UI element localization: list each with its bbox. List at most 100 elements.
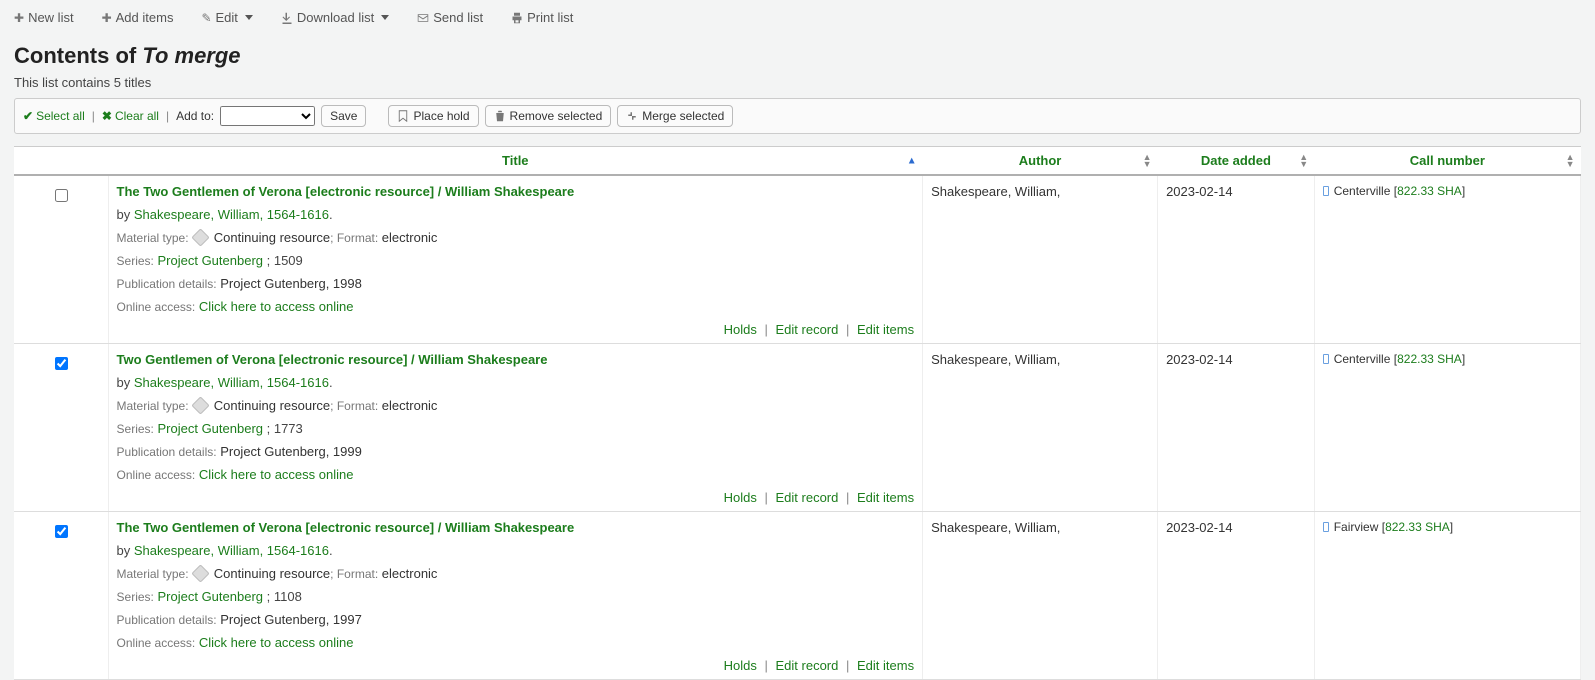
call-number-link[interactable]: 822.33 SHA	[1397, 184, 1462, 198]
material-type: Continuing resource	[214, 230, 330, 245]
column-date-added[interactable]: Date added ▲▼	[1158, 147, 1315, 176]
period: .	[329, 543, 333, 558]
column-author[interactable]: Author ▲▼	[923, 147, 1158, 176]
period: .	[329, 375, 333, 390]
edit-items-link[interactable]: Edit items	[857, 322, 914, 337]
edit-record-link[interactable]: Edit record	[776, 322, 839, 337]
add-to-select[interactable]	[220, 106, 315, 126]
format-label: ; Format:	[330, 231, 378, 245]
envelope-icon	[417, 12, 429, 24]
date-added-cell: 2023-02-14	[1166, 520, 1233, 535]
holds-link[interactable]: Holds	[724, 322, 757, 337]
online-access-link[interactable]: Click here to access online	[199, 467, 354, 482]
clear-all-link[interactable]: ✖ Clear all	[102, 109, 159, 123]
subtitle: This list contains 5 titles	[14, 75, 1581, 90]
sort-icon: ▲▼	[1566, 154, 1575, 168]
row-checkbox[interactable]	[55, 357, 68, 370]
call-location: Centerville	[1334, 352, 1391, 366]
remove-selected-button[interactable]: Remove selected	[485, 105, 612, 127]
add-to-label: Add to:	[176, 109, 214, 123]
bracket-close: ]	[1462, 352, 1465, 366]
merge-selected-button[interactable]: Merge selected	[617, 105, 733, 127]
call-number-link[interactable]: 822.33 SHA	[1385, 520, 1450, 534]
row-checkbox[interactable]	[55, 189, 68, 202]
title-link[interactable]: Two Gentlemen of Verona [electronic reso…	[117, 352, 548, 367]
edit-items-link[interactable]: Edit items	[857, 490, 914, 505]
by-prefix: by	[117, 543, 134, 558]
row-actions: Holds | Edit record | Edit items	[117, 490, 915, 505]
column-title[interactable]: Title ▲	[108, 147, 923, 176]
material-type: Continuing resource	[214, 566, 330, 581]
edit-button[interactable]: ✎ Edit	[201, 10, 252, 25]
edit-record-link[interactable]: Edit record	[776, 490, 839, 505]
author-link[interactable]: Shakespeare, William, 1564-1616	[134, 207, 329, 222]
column-author-label: Author	[1019, 153, 1062, 168]
author-link[interactable]: Shakespeare, William, 1564-1616	[134, 543, 329, 558]
place-hold-button[interactable]: Place hold	[388, 105, 478, 127]
bracket-close: ]	[1450, 520, 1453, 534]
select-all-link[interactable]: ✔ Select all	[23, 109, 85, 123]
separator: |	[166, 109, 169, 123]
new-list-label: New list	[28, 10, 74, 25]
series-no: ; 1773	[263, 421, 303, 436]
series-no: ; 1509	[263, 253, 303, 268]
add-items-button[interactable]: ✚ Add items	[102, 10, 174, 25]
author-cell: Shakespeare, William,	[931, 352, 1060, 367]
column-date-added-label: Date added	[1201, 153, 1271, 168]
clear-all-label: Clear all	[115, 109, 159, 123]
holds-link[interactable]: Holds	[724, 658, 757, 673]
item-marker-icon	[1323, 186, 1329, 196]
list-name: To merge	[142, 43, 240, 68]
series-no: ; 1108	[263, 589, 302, 604]
format-label: ; Format:	[330, 399, 378, 413]
holds-link[interactable]: Holds	[724, 490, 757, 505]
place-hold-label: Place hold	[413, 109, 469, 123]
download-list-button[interactable]: Download list	[281, 10, 389, 25]
compress-icon	[626, 110, 638, 122]
send-list-button[interactable]: Send list	[417, 10, 483, 25]
date-added-cell: 2023-02-14	[1166, 352, 1233, 367]
table-row: Two Gentlemen of Verona [electronic reso…	[14, 344, 1581, 512]
pencil-icon: ✎	[201, 11, 211, 25]
edit-items-link[interactable]: Edit items	[857, 658, 914, 673]
title-link[interactable]: The Two Gentlemen of Verona [electronic …	[117, 184, 575, 199]
plus-icon: ✚	[14, 11, 24, 25]
edit-record-link[interactable]: Edit record	[776, 658, 839, 673]
new-list-button[interactable]: ✚ New list	[14, 10, 74, 25]
online-access-label: Online access:	[117, 636, 196, 650]
bookmark-icon	[397, 110, 409, 122]
column-checkbox	[14, 147, 108, 176]
material-type-label: Material type:	[117, 231, 189, 245]
series-label: Series:	[117, 590, 154, 604]
online-access-link[interactable]: Click here to access online	[199, 299, 354, 314]
download-list-label: Download list	[297, 10, 374, 25]
online-access-link[interactable]: Click here to access online	[199, 635, 354, 650]
check-icon: ✔	[23, 109, 33, 123]
separator: |	[846, 658, 849, 673]
column-call-number[interactable]: Call number ▲▼	[1314, 147, 1580, 176]
separator: |	[764, 490, 767, 505]
table-row: The Two Gentlemen of Verona [electronic …	[14, 512, 1581, 680]
table-row: The Two Gentlemen of Verona [electronic …	[14, 175, 1581, 344]
print-list-button[interactable]: Print list	[511, 10, 573, 25]
add-items-label: Add items	[116, 10, 174, 25]
format: electronic	[382, 398, 438, 413]
item-marker-icon	[1323, 354, 1329, 364]
author-link[interactable]: Shakespeare, William, 1564-1616	[134, 375, 329, 390]
sort-icon: ▲▼	[1299, 154, 1308, 168]
call-number-link[interactable]: 822.33 SHA	[1397, 352, 1462, 366]
series-link[interactable]: Project Gutenberg	[158, 253, 264, 268]
save-button[interactable]: Save	[321, 105, 366, 127]
row-checkbox[interactable]	[55, 525, 68, 538]
select-all-label: Select all	[36, 109, 85, 123]
title-link[interactable]: The Two Gentlemen of Verona [electronic …	[117, 520, 575, 535]
page-title: Contents of To merge	[14, 43, 1581, 69]
call-location: Centerville	[1334, 184, 1391, 198]
plus-icon: ✚	[102, 11, 112, 25]
series-link[interactable]: Project Gutenberg	[158, 589, 264, 604]
sort-icon: ▲▼	[1143, 154, 1152, 168]
caret-down-icon	[245, 15, 253, 20]
format: electronic	[382, 230, 438, 245]
series-link[interactable]: Project Gutenberg	[158, 421, 264, 436]
column-title-label: Title	[502, 153, 529, 168]
